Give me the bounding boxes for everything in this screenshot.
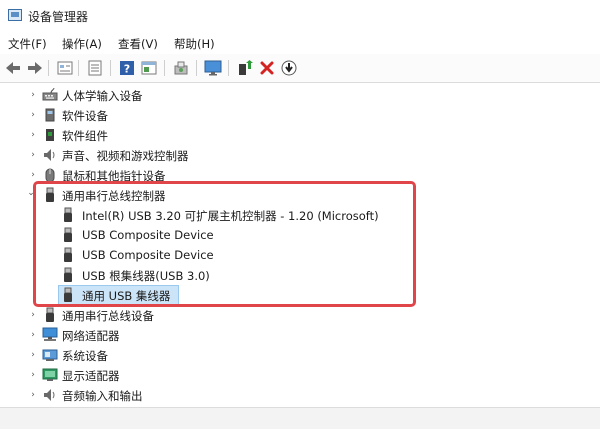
tree-item-audio-io[interactable]: › 音频输入和输出 — [0, 385, 600, 405]
tree-item-label: 声音、视频和游戏控制器 — [62, 149, 189, 163]
window-title: 设备管理器 — [28, 10, 89, 24]
tree-item-display-adapters[interactable]: › 显示适配器 — [0, 365, 600, 385]
toolbar-separator — [110, 60, 111, 76]
scan-hardware-icon[interactable] — [172, 59, 190, 77]
device-list-icon[interactable] — [86, 59, 104, 77]
expand-chevron-icon[interactable]: › — [28, 170, 38, 180]
device-manager-icon — [8, 9, 22, 21]
tree-item-label: 系统设备 — [62, 349, 108, 363]
display-icon — [42, 368, 58, 381]
toolbar-separator — [78, 60, 79, 76]
tree-item-label: 音频输入和输出 — [62, 389, 143, 403]
expand-chevron-icon[interactable]: › — [28, 390, 38, 400]
speaker-icon — [44, 389, 55, 401]
speaker-icon — [44, 149, 55, 161]
system-icon — [42, 349, 58, 361]
tree-item-hid[interactable]: › 人体学输入设备 — [0, 85, 600, 105]
menu-bar: 文件(F) 操作(A) 查看(V) 帮助(H) — [0, 32, 600, 54]
expand-chevron-icon[interactable]: › — [28, 310, 38, 320]
tree-item-label: 软件设备 — [62, 109, 108, 123]
expand-chevron-icon[interactable]: › — [28, 370, 38, 380]
hid-icon — [42, 87, 58, 101]
toolbar: ? — [0, 54, 600, 83]
menu-help[interactable]: 帮助(H) — [174, 36, 215, 52]
expand-chevron-icon[interactable]: › — [28, 110, 38, 120]
title-bar: 设备管理器 — [0, 0, 600, 32]
software-device-icon — [45, 108, 55, 122]
forward-arrow-icon[interactable] — [26, 59, 44, 77]
update-driver-icon[interactable] — [236, 59, 254, 77]
menu-file[interactable]: 文件(F) — [8, 36, 47, 52]
view-icon[interactable] — [140, 59, 158, 77]
tree-item-network-adapters[interactable]: › 网络适配器 — [0, 325, 600, 345]
back-arrow-icon[interactable] — [4, 59, 22, 77]
expand-chevron-icon[interactable]: › — [28, 350, 38, 360]
help-icon[interactable]: ? — [118, 59, 136, 77]
tree-item-usb-devices[interactable]: › 通用串行总线设备 — [0, 305, 600, 325]
tree-item-label: 人体学输入设备 — [62, 89, 143, 103]
toolbar-separator — [164, 60, 165, 76]
software-component-icon — [46, 129, 54, 141]
network-icon — [42, 327, 58, 341]
red-highlight-annotation — [33, 181, 416, 307]
tree-item-software-components[interactable]: › 软件组件 — [0, 125, 600, 145]
expand-chevron-icon[interactable]: › — [28, 150, 38, 160]
tree-item-sound[interactable]: › 声音、视频和游戏控制器 — [0, 145, 600, 165]
toolbar-separator — [196, 60, 197, 76]
toolbar-separator — [48, 60, 49, 76]
tree-item-software-devices[interactable]: › 软件设备 — [0, 105, 600, 125]
menu-view[interactable]: 查看(V) — [118, 36, 158, 52]
properties-icon[interactable] — [56, 59, 74, 77]
expand-chevron-icon[interactable]: › — [28, 90, 38, 100]
uninstall-icon[interactable] — [258, 59, 276, 77]
svg-text:?: ? — [124, 63, 130, 76]
expand-chevron-icon[interactable]: › — [28, 130, 38, 140]
status-bar — [0, 407, 600, 429]
monitor-icon[interactable] — [204, 59, 222, 77]
tree-item-label: 通用串行总线设备 — [62, 309, 154, 323]
tree-item-system-devices[interactable]: › 系统设备 — [0, 345, 600, 365]
tree-item-label: 显示适配器 — [62, 369, 120, 383]
tree-item-label: 网络适配器 — [62, 329, 120, 343]
expand-chevron-icon[interactable]: › — [28, 330, 38, 340]
tree-item-label: 软件组件 — [62, 129, 108, 143]
menu-action[interactable]: 操作(A) — [62, 36, 102, 52]
usb-icon — [46, 307, 54, 322]
toolbar-separator — [228, 60, 229, 76]
disable-device-icon[interactable] — [280, 59, 298, 77]
